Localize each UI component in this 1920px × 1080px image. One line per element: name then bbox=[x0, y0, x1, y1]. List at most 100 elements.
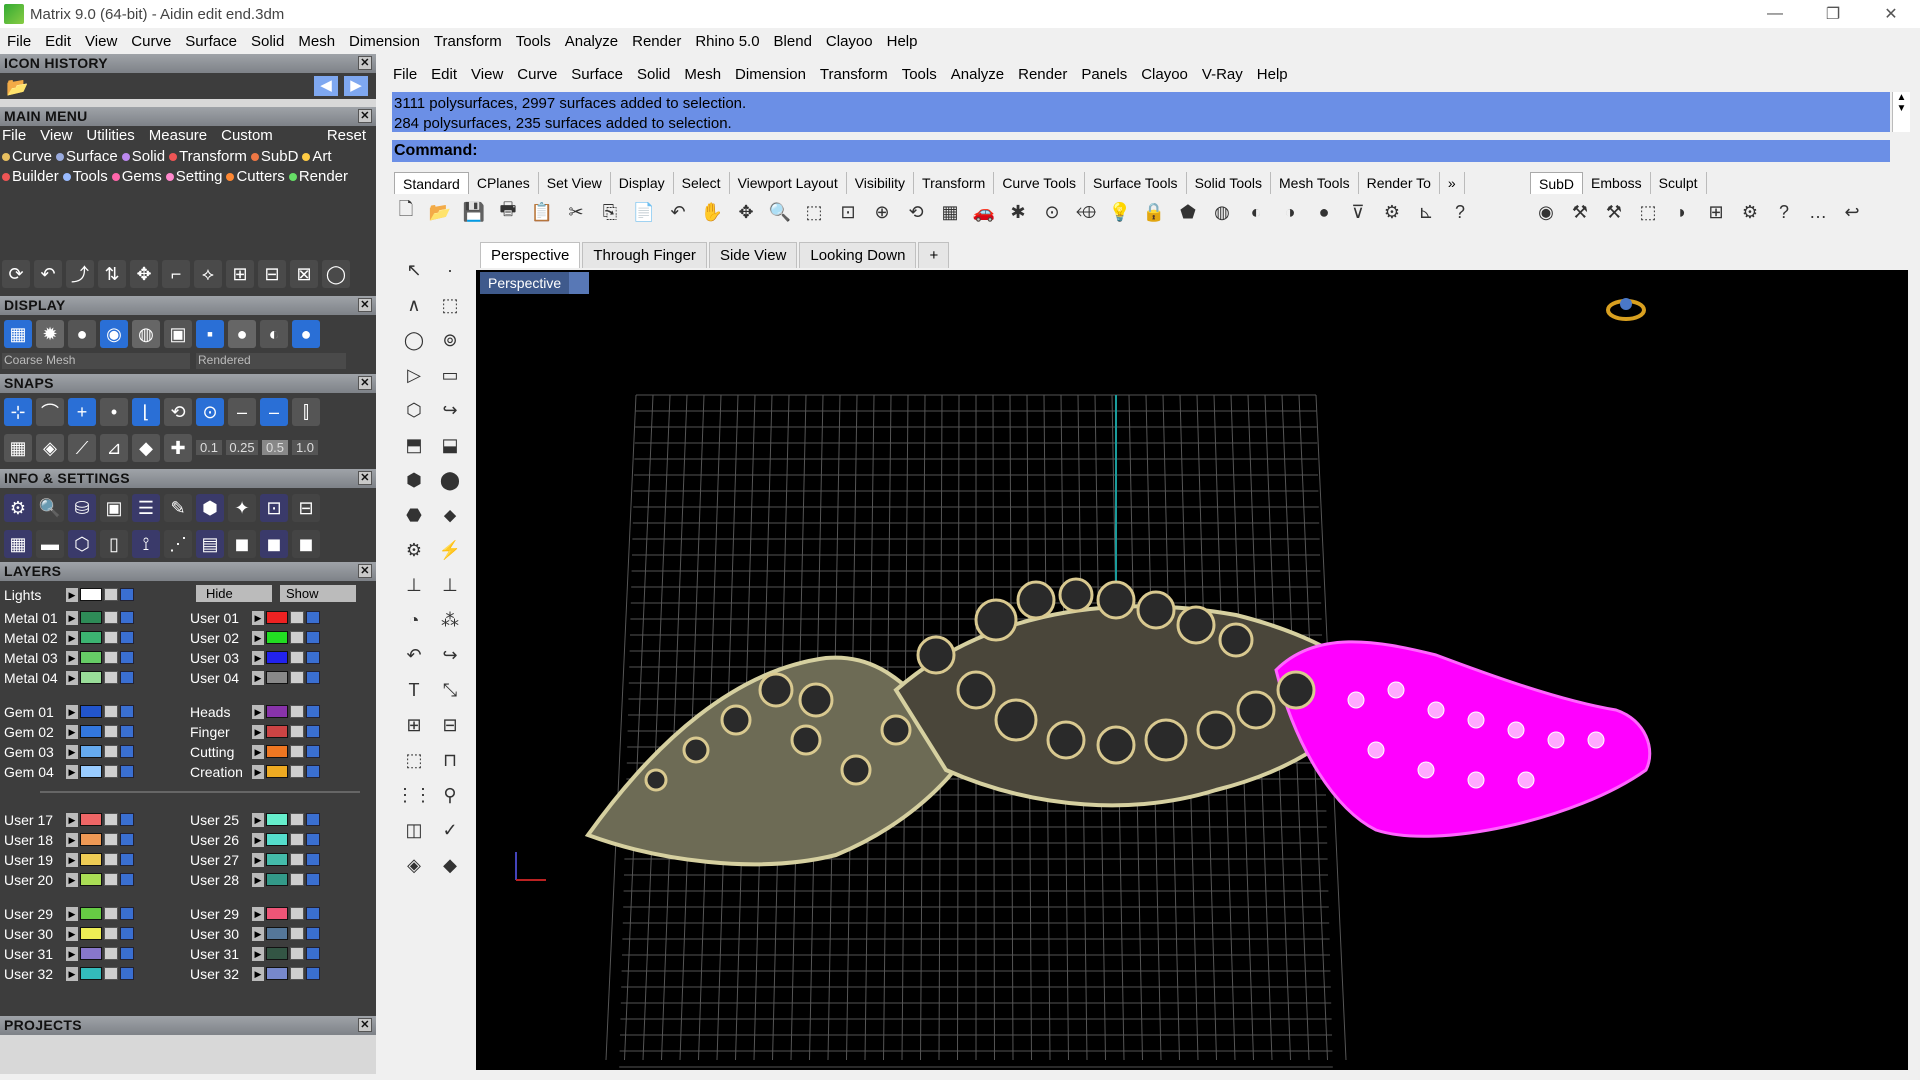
tool-icon[interactable]: ▬ bbox=[36, 530, 64, 558]
rhino-menu-item-transform[interactable]: Transform bbox=[813, 66, 895, 83]
toolbar-tab-surface-tools[interactable]: Surface Tools bbox=[1085, 172, 1187, 194]
toolbar-icon[interactable]: 📄 bbox=[630, 198, 658, 226]
layer-lights[interactable]: Lights ▶ bbox=[0, 585, 134, 604]
layer-color-swatch[interactable] bbox=[266, 705, 288, 718]
visibility-icon[interactable] bbox=[306, 873, 320, 886]
toolbar-tab-emboss[interactable]: Emboss bbox=[1583, 172, 1651, 194]
layer-row[interactable]: Metal 03 ▶ bbox=[0, 648, 134, 667]
viewport-tab-side-view[interactable]: Side View bbox=[708, 242, 798, 268]
layer-row[interactable]: User 26 ▶ bbox=[186, 830, 320, 849]
tool-icon[interactable]: ⇅ bbox=[98, 260, 126, 288]
menu-item-render[interactable]: Render bbox=[625, 33, 688, 50]
tool-icon[interactable]: ☰ bbox=[132, 494, 160, 522]
sidebar-tool-icon[interactable]: ⊚ bbox=[436, 326, 464, 354]
expand-arrow-icon[interactable]: ▶ bbox=[66, 926, 78, 941]
expand-arrow-icon[interactable]: ▶ bbox=[66, 832, 78, 847]
render-mode-select[interactable]: Rendered bbox=[196, 353, 346, 369]
lock-icon[interactable] bbox=[290, 873, 304, 886]
tool-icon[interactable]: ▣ bbox=[100, 494, 128, 522]
layer-row[interactable]: Metal 02 ▶ bbox=[0, 628, 134, 647]
visibility-icon[interactable] bbox=[120, 927, 134, 940]
subd-toolbar-icon[interactable]: ⬚ bbox=[1634, 198, 1662, 226]
layer-color-swatch[interactable] bbox=[80, 813, 102, 826]
sidebar-tool-icon[interactable]: ⊥ bbox=[400, 571, 428, 599]
sidebar-tool-icon[interactable]: ⬓ bbox=[436, 431, 464, 459]
menu-item-tools[interactable]: Tools bbox=[509, 33, 558, 50]
tool-icon[interactable]: ▦ bbox=[4, 320, 32, 348]
expand-arrow-icon[interactable]: ▶ bbox=[252, 704, 264, 719]
visibility-icon[interactable] bbox=[120, 745, 134, 758]
expand-arrow-icon[interactable]: ▶ bbox=[252, 764, 264, 779]
visibility-icon[interactable] bbox=[120, 588, 134, 601]
toolbar-tab-sculpt[interactable]: Sculpt bbox=[1651, 172, 1707, 194]
toolbar-icon[interactable]: ✋ bbox=[698, 198, 726, 226]
toolbar-tab-subd[interactable]: SubD bbox=[1530, 172, 1584, 194]
layer-color-swatch[interactable] bbox=[80, 611, 102, 624]
lock-icon[interactable] bbox=[104, 671, 118, 684]
sidebar-tool-icon[interactable]: ⊥ bbox=[436, 571, 464, 599]
layer-color-swatch[interactable] bbox=[266, 671, 288, 684]
command-prompt-area[interactable]: Command: bbox=[392, 140, 1890, 162]
snap-value-2[interactable]: 0.5 bbox=[262, 440, 288, 455]
sidebar-tool-icon[interactable]: ▭ bbox=[436, 361, 464, 389]
menu-item-solid[interactable]: Solid bbox=[244, 33, 291, 50]
tool-icon[interactable]: ⬢ bbox=[196, 494, 224, 522]
toolbar-tab-set-view[interactable]: Set View bbox=[539, 172, 611, 194]
tool-icon[interactable]: ▦ bbox=[4, 530, 32, 558]
sidebar-tool-icon[interactable]: ⊟ bbox=[436, 711, 464, 739]
tool-icon[interactable]: ▤ bbox=[196, 530, 224, 558]
lock-icon[interactable] bbox=[104, 725, 118, 738]
expand-arrow-icon[interactable]: ▶ bbox=[252, 724, 264, 739]
tool-icon[interactable]: ⋰ bbox=[164, 530, 192, 558]
rhino-menu-item-clayoo[interactable]: Clayoo bbox=[1134, 66, 1195, 83]
expand-arrow-icon[interactable]: ▶ bbox=[252, 926, 264, 941]
subd-toolbar-icon[interactable]: ↩ bbox=[1838, 198, 1866, 226]
visibility-icon[interactable] bbox=[306, 705, 320, 718]
visibility-icon[interactable] bbox=[120, 671, 134, 684]
toolbar-icon[interactable]: 🚗 bbox=[970, 198, 998, 226]
layer-row[interactable]: Gem 04 ▶ bbox=[0, 762, 134, 781]
layer-color-swatch[interactable] bbox=[80, 631, 102, 644]
tool-icon[interactable]: ⊞ bbox=[226, 260, 254, 288]
tool-icon[interactable]: ⊡ bbox=[260, 494, 288, 522]
minimize-button[interactable]: — bbox=[1746, 0, 1804, 28]
lock-icon[interactable] bbox=[290, 705, 304, 718]
layer-row[interactable]: Gem 03 ▶ bbox=[0, 742, 134, 761]
toolbar-icon[interactable]: ? bbox=[1446, 198, 1474, 226]
layer-row[interactable]: Metal 01 ▶ bbox=[0, 608, 134, 627]
subd-toolbar-icon[interactable]: ⚒ bbox=[1566, 198, 1594, 226]
menu-item-transform[interactable]: Transform bbox=[427, 33, 509, 50]
lock-icon[interactable] bbox=[290, 765, 304, 778]
visibility-icon[interactable] bbox=[306, 947, 320, 960]
layer-color-swatch[interactable] bbox=[80, 725, 102, 738]
toolbar-icon[interactable]: ◐ bbox=[1242, 198, 1270, 226]
visibility-icon[interactable] bbox=[306, 853, 320, 866]
lock-icon[interactable] bbox=[290, 745, 304, 758]
expand-arrow-icon[interactable]: ▶ bbox=[66, 650, 78, 665]
category-surface[interactable]: Surface bbox=[56, 148, 118, 168]
subd-toolbar-icon[interactable]: ? bbox=[1770, 198, 1798, 226]
toolbar-icon[interactable]: ⊕ bbox=[868, 198, 896, 226]
layer-color-swatch[interactable] bbox=[80, 907, 102, 920]
rhino-menu-item-render[interactable]: Render bbox=[1011, 66, 1074, 83]
toolbar-tab-cplanes[interactable]: CPlanes bbox=[469, 172, 539, 194]
sidebar-tool-icon[interactable]: ↶ bbox=[400, 641, 428, 669]
layer-color-swatch[interactable] bbox=[80, 745, 102, 758]
toolbar-icon[interactable]: ✱ bbox=[1004, 198, 1032, 226]
menu-item-analyze[interactable]: Analyze bbox=[558, 33, 625, 50]
rhino-menu-item-v-ray[interactable]: V-Ray bbox=[1195, 66, 1250, 83]
lock-icon[interactable] bbox=[290, 725, 304, 738]
tool-icon[interactable]: + bbox=[68, 398, 96, 426]
sidebar-tool-icon[interactable]: ⚲ bbox=[436, 781, 464, 809]
layer-row[interactable]: Gem 02 ▶ bbox=[0, 722, 134, 741]
lock-icon[interactable] bbox=[104, 967, 118, 980]
category-transform[interactable]: Transform bbox=[169, 148, 247, 168]
tool-icon[interactable]: ⊿ bbox=[100, 434, 128, 462]
layer-color-swatch[interactable] bbox=[266, 967, 288, 980]
category-subd[interactable]: SubD bbox=[250, 148, 298, 168]
tool-icon[interactable]: ● bbox=[228, 320, 256, 348]
tool-icon[interactable]: ⟋ bbox=[68, 434, 96, 462]
layer-row[interactable]: User 18 ▶ bbox=[0, 830, 134, 849]
layer-color-swatch[interactable] bbox=[266, 651, 288, 664]
tool-icon[interactable]: ● bbox=[292, 320, 320, 348]
